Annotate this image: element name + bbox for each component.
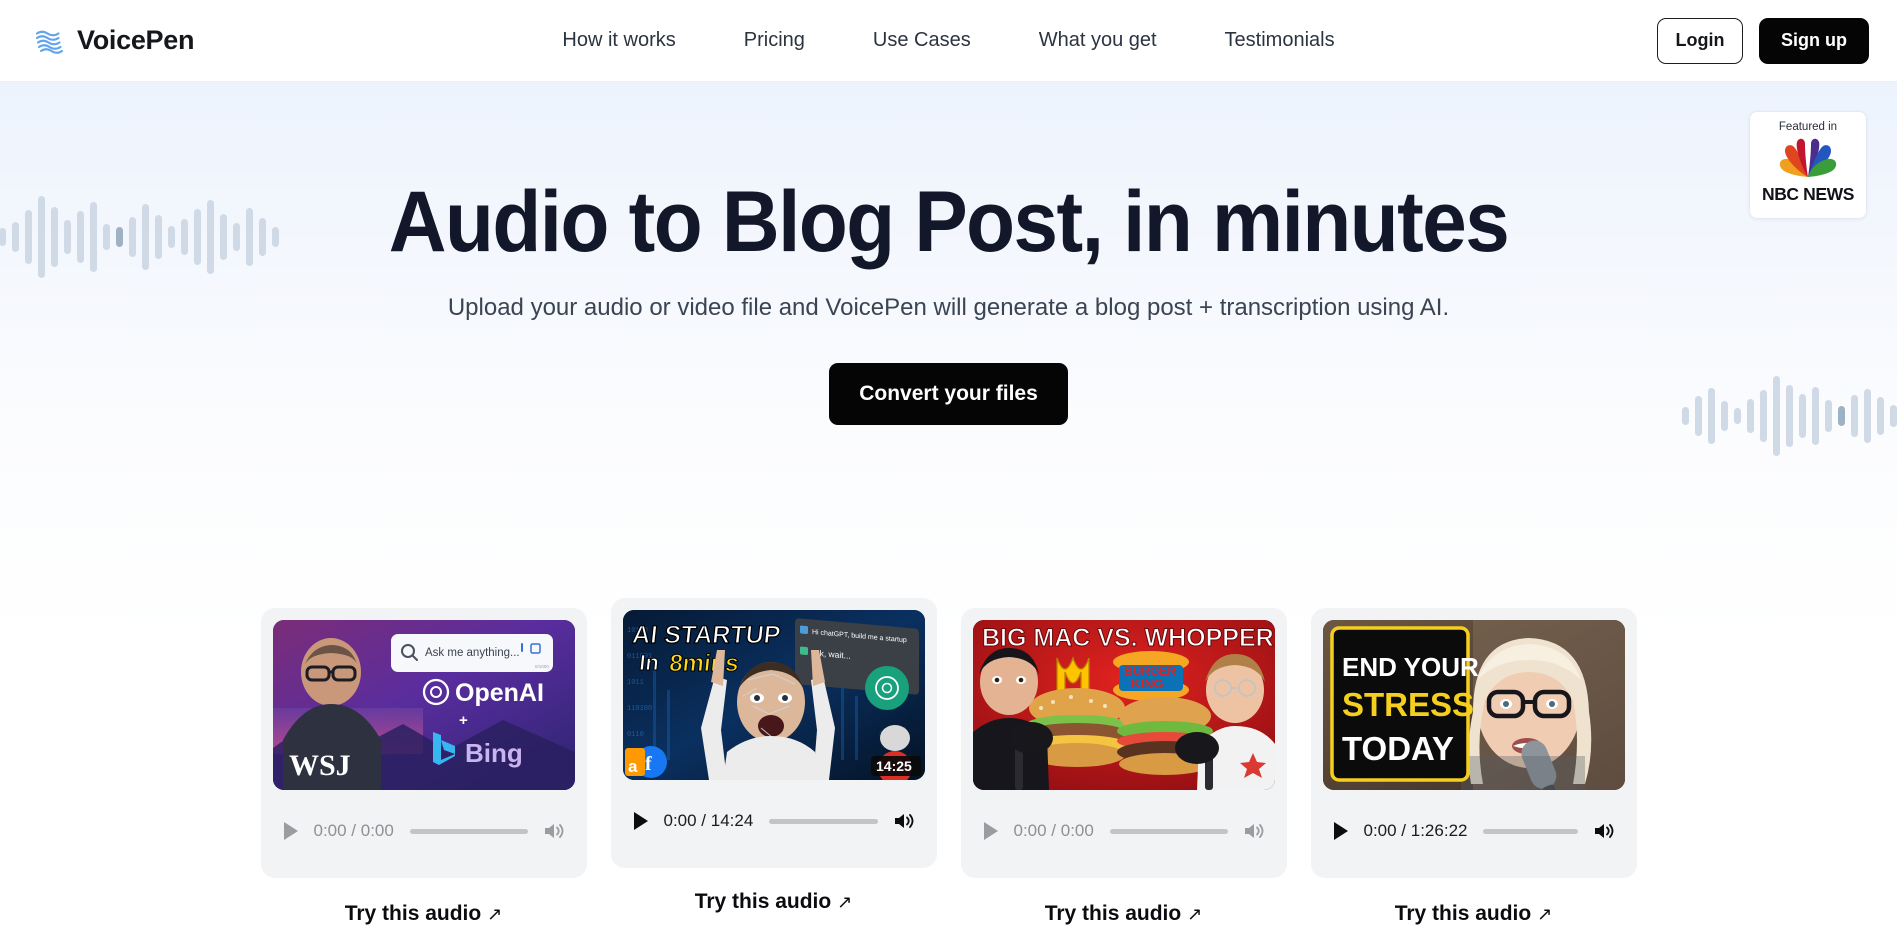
nav-item-use-cases[interactable]: Use Cases	[839, 23, 1005, 58]
svg-text:a: a	[628, 757, 638, 776]
primary-nav: How it works Pricing Use Cases What you …	[0, 23, 1897, 58]
nav-item-what-you-get[interactable]: What you get	[1005, 23, 1191, 58]
audio-card: BIG MAC VS. WHOPPER BURGER KING 0:00 / 0…	[960, 608, 1287, 878]
volume-icon[interactable]	[1594, 822, 1620, 840]
page-title: Audio to Blog Post, in minutes	[388, 174, 1510, 270]
featured-brand-name: NBC NEWS	[1761, 184, 1855, 204]
audio-player[interactable]: 0:00 / 0:00	[278, 814, 570, 848]
video-thumbnail[interactable]: Ask me anything... 0/1000 OpenAI + Bing …	[272, 620, 575, 790]
svg-text:8mins: 8mins	[667, 650, 739, 677]
sample-card-wsj-openai-bing: Ask me anything... 0/1000 OpenAI + Bing …	[260, 608, 587, 925]
audio-progress-slider[interactable]	[769, 818, 878, 824]
hero-cta-wrap: Convert your files	[0, 362, 1897, 425]
nbc-peacock-icon	[1775, 136, 1841, 183]
svg-text:AI STARTUP: AI STARTUP	[630, 621, 781, 649]
svg-text:+: +	[459, 712, 468, 729]
login-button[interactable]: Login	[1657, 17, 1743, 64]
volume-icon[interactable]	[894, 812, 920, 830]
arrow-up-right-icon: ↗	[1187, 903, 1203, 924]
audio-card: Ask me anything... 0/1000 OpenAI + Bing …	[260, 608, 587, 878]
svg-text:0110: 0110	[627, 731, 644, 739]
video-thumbnail[interactable]: END YOUR STRESS TODAY	[1322, 620, 1625, 790]
hero-section: Audio to Blog Post, in minutes Upload yo…	[0, 82, 1897, 425]
audio-player[interactable]: 0:00 / 0:00	[978, 814, 1270, 848]
audio-time-display: 0:00 / 14:24	[663, 811, 754, 830]
video-thumbnail[interactable]: 101100110011011 110100011010011 01101011…	[622, 610, 925, 780]
svg-text:KING: KING	[1131, 676, 1164, 691]
audio-progress-slider[interactable]	[1109, 828, 1228, 834]
convert-your-files-button[interactable]: Convert your files	[829, 362, 1068, 425]
try-this-audio-link[interactable]: Try this audio ↗	[695, 890, 853, 914]
nav-item-testimonials[interactable]: Testimonials	[1191, 23, 1369, 58]
try-link-label: Try this audio	[1394, 902, 1532, 925]
try-link-label: Try this audio	[694, 890, 832, 913]
arrow-up-right-icon: ↗	[1537, 903, 1553, 924]
audio-time-display: 0:00 / 0:00	[1013, 821, 1094, 840]
sample-card-end-your-stress-today: END YOUR STRESS TODAY 0:00 / 1:26:22 Try…	[1310, 608, 1637, 925]
audio-player[interactable]: 0:00 / 14:24	[628, 804, 920, 838]
play-icon[interactable]	[978, 822, 1004, 840]
svg-text:Ask me anything...: Ask me anything...	[425, 647, 520, 659]
video-thumbnail[interactable]: BIG MAC VS. WHOPPER BURGER KING	[972, 620, 1275, 790]
try-link-label: Try this audio	[1044, 902, 1182, 925]
arrow-up-right-icon: ↗	[487, 903, 503, 924]
audio-card: END YOUR STRESS TODAY 0:00 / 1:26:22	[1310, 608, 1637, 878]
play-icon[interactable]	[278, 822, 304, 840]
try-link-label: Try this audio	[344, 902, 482, 925]
svg-text:END YOUR: END YOUR	[1342, 652, 1479, 682]
try-this-audio-link[interactable]: Try this audio ↗	[1395, 902, 1553, 925]
volume-icon[interactable]	[544, 822, 570, 840]
svg-text:STRESS: STRESS	[1342, 686, 1474, 723]
featured-label: Featured in	[1778, 121, 1838, 133]
svg-text:110100: 110100	[627, 705, 652, 713]
volume-icon[interactable]	[1244, 822, 1270, 840]
svg-text:f: f	[645, 753, 652, 775]
nav-item-pricing[interactable]: Pricing	[710, 23, 839, 58]
svg-text:Bing: Bing	[465, 738, 523, 768]
nav-item-how-it-works[interactable]: How it works	[528, 23, 709, 58]
audio-progress-slider[interactable]	[409, 828, 528, 834]
svg-text:In: In	[638, 650, 660, 675]
sample-audio-cards: Ask me anything... 0/1000 OpenAI + Bing …	[0, 598, 1897, 925]
site-header: VoicePen How it works Pricing Use Cases …	[0, 0, 1897, 82]
svg-text:TODAY: TODAY	[1342, 730, 1454, 767]
svg-text:0/1000: 0/1000	[535, 664, 549, 669]
svg-text:1011: 1011	[627, 679, 644, 687]
play-icon[interactable]	[628, 812, 654, 830]
play-icon[interactable]	[1328, 822, 1354, 840]
arrow-up-right-icon: ↗	[837, 891, 853, 912]
featured-in-badge: Featured in NBC NEWS	[1749, 111, 1867, 219]
audio-time-display: 0:00 / 1:26:22	[1363, 821, 1468, 840]
try-this-audio-link[interactable]: Try this audio ↗	[345, 902, 503, 925]
audio-player[interactable]: 0:00 / 1:26:22	[1328, 814, 1620, 848]
landing-page: VoicePen How it works Pricing Use Cases …	[0, 0, 1897, 925]
hero-subtitle: Upload your audio or video file and Voic…	[447, 293, 1450, 321]
svg-text:14:25: 14:25	[876, 758, 912, 774]
signup-button[interactable]: Sign up	[1759, 17, 1869, 64]
header-actions: Login Sign up	[1657, 17, 1869, 64]
svg-text:OpenAI: OpenAI	[455, 679, 544, 707]
audio-progress-slider[interactable]	[1483, 828, 1578, 834]
svg-text:BIG MAC VS. WHOPPER: BIG MAC VS. WHOPPER	[982, 624, 1274, 652]
audio-card: 101100110011011 110100011010011 01101011…	[610, 598, 937, 868]
sample-card-ai-startup-8mins: 101100110011011 110100011010011 01101011…	[610, 598, 937, 925]
svg-text:WSJ: WSJ	[289, 749, 351, 782]
sample-card-big-mac-vs-whopper: BIG MAC VS. WHOPPER BURGER KING 0:00 / 0…	[960, 608, 1287, 925]
audio-time-display: 0:00 / 0:00	[313, 821, 394, 840]
try-this-audio-link[interactable]: Try this audio ↗	[1045, 902, 1203, 925]
